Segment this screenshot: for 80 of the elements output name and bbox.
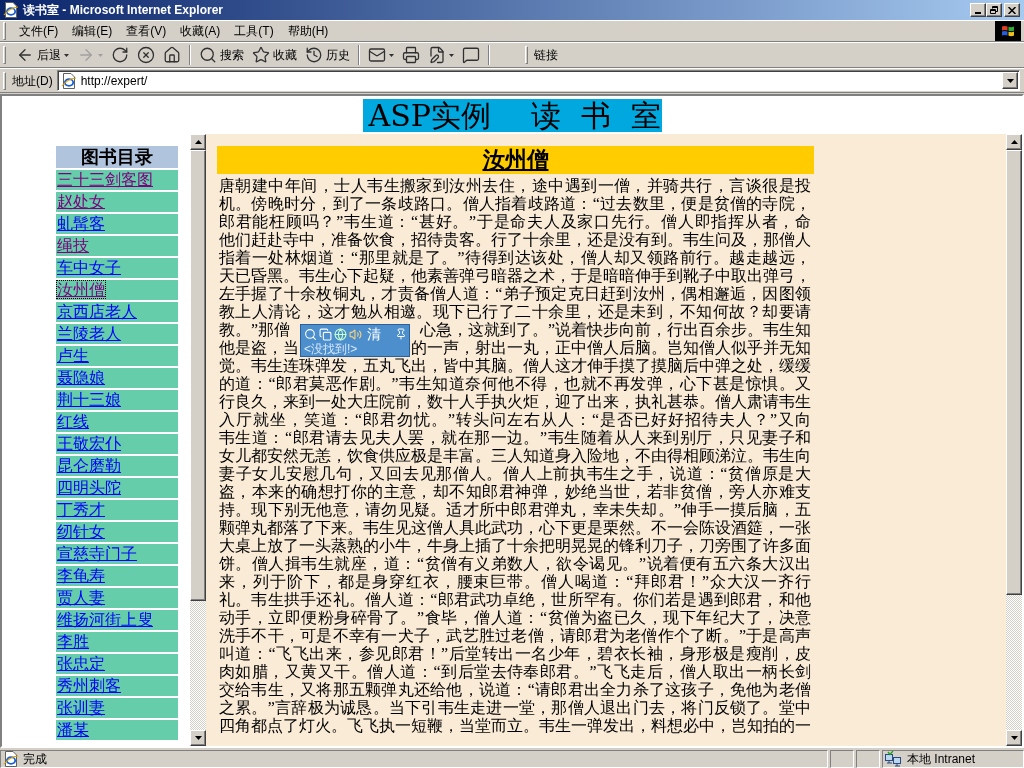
menu-item[interactable]: 帮助(H) [280, 22, 336, 40]
scrollbar-thumb[interactable] [1006, 150, 1022, 595]
caret-icon [449, 53, 454, 57]
up-arrow-icon [194, 140, 202, 144]
scroll-down-button[interactable] [190, 730, 206, 746]
site-title-banner: ASP实例 读 书 室 [362, 99, 662, 132]
pin-icon[interactable] [395, 328, 407, 340]
favorites-button[interactable]: 收藏 [248, 44, 301, 66]
globe-icon[interactable] [334, 327, 347, 341]
address-field[interactable]: http://expert/ [56, 70, 1020, 91]
links-label[interactable]: 链接 [534, 46, 558, 64]
search-icon [199, 46, 217, 64]
caret-icon [98, 53, 103, 57]
story-link[interactable]: 红线 [56, 412, 178, 432]
close-button[interactable] [1004, 3, 1020, 17]
scroll-up-button[interactable] [1006, 134, 1022, 150]
story-text: 的一声，射出一丸，正中僧人后脑。岂知僧人似乎并无知 [411, 339, 811, 357]
network-computers-icon [885, 751, 901, 767]
restore-icon [990, 6, 998, 14]
story-link[interactable]: 李胜 [56, 632, 178, 652]
clock-icon [305, 46, 323, 64]
up-arrow-icon [1010, 140, 1018, 144]
story-link[interactable]: 潘某 [56, 720, 178, 740]
menu-item[interactable]: 工具(T) [227, 22, 281, 40]
close-icon [1008, 6, 1016, 14]
story-text: 心急，这就到了。”说着快步向前，行出百余步。韦生知 [419, 321, 811, 339]
page-pen-icon [428, 46, 446, 64]
address-label: 地址(D) [12, 72, 53, 90]
dropdown-button[interactable] [1002, 72, 1018, 89]
search-icon[interactable] [304, 327, 317, 341]
menu-item[interactable]: 查看(V) [119, 22, 174, 40]
envelope-icon [368, 46, 386, 64]
minimize-icon [975, 12, 981, 14]
story-text: 教。”那僧 [219, 321, 291, 339]
window-title: 读书室 - Microsoft Internet Explorer [23, 3, 224, 17]
page-icon [3, 2, 19, 18]
home-icon [163, 46, 181, 64]
story-text: 他是盗，当 [219, 339, 299, 357]
scrollbar-thumb[interactable] [190, 150, 206, 601]
history-button[interactable]: 历史 [301, 44, 354, 66]
down-arrow-icon [194, 736, 202, 740]
page-icon [3, 751, 19, 767]
printer-icon [402, 46, 420, 64]
restore-button[interactable] [986, 3, 1002, 17]
menu-item[interactable]: 收藏(A) [173, 22, 228, 40]
refresh-icon [111, 46, 129, 64]
status-panel [856, 750, 880, 768]
search-button[interactable]: 搜索 [195, 44, 248, 66]
back-button[interactable]: 后退 [12, 44, 73, 66]
minimize-button[interactable] [970, 3, 986, 17]
stop-icon [137, 46, 155, 64]
lookup-result: <没找到!> [304, 343, 359, 356]
menu-item[interactable]: 文件(F) [12, 22, 66, 40]
toolbar-grip[interactable] [3, 46, 6, 64]
story-text: 觉。韦生连珠弹发，五丸飞出，皆中其脑。僧人这才伸手摸了摸脑后中弹之处，缓缓 的道：“郎君莫恶作剧。”韦生知道奈何他不得，也就不再发弹，心下甚是惊惧。又 行良久，来到一处大庄院前，数十人手执火炬，迎了出来，执礼甚恭。僧人肃请韦生 入厅就坐，笑道：“郎君勿忧。”转头问左右从人：“是否已好好招待夫人？”又向 韦生道：“郎君请去见夫人罢，就在那一边。”韦生随着从人来到别厅，只见妻子和 女儿都安然无恙，饮食供应极是丰富。三人知道身入险地，不由得相顾涕泣。韦生向 妻子女儿安慰几句，又回去见那僧人。僧人上前执韦生之手，说道：“贫僧原是大 盗，本来的确想打你的主意，却不知郎君神弹，妙绝当世，若非贫僧，旁人亦难支 持。现下别无他意，请勿见疑。适才所中郎君弹丸，幸未失却。”伸手一摸后脑，五 颗弹丸都落了下来。韦生见这僧人具此武功，心下更是栗然。不一会陈设酒筵，一张 大桌上放了一头蒸熟的小牛，牛身上插了十余把明晃晃的锋利刀子，刀旁围了许多面 饼。僧人揖韦生就座，道：“贫僧有义弟数人，欲令谒见。”说着便有五六条大汉出 来，列于阶下，都是身穿红衣，腰束巨带。僧人喝道：“拜郎君！”众大汉一齐行 礼。韦生拱手还礼。僧人道：“郎君武功卓绝，世所罕有。你们若是遇到郎君，和他 动手，立即便粉身碎骨了。”食毕，僧人道：“贫僧为盗已久，现下年纪大了，决意 洗手不干，可是不幸有一犬子，武艺胜过老僧，请郎君为老僧作个了断。”于是高声 叫道：“飞飞出来，参见郎君！”后堂转出一名少年，碧衣长袖，身形极是瘦削，皮 肉如腊，又黄又干。僧人道：“到后堂去侍奉郎君。”飞飞走后，僧人取出一柄长剑 交给韦生，又将那五颗弹丸还给他，说道：“请郎君出全力杀了这孩子，免他为老僧 之累。”言辞极为诚恳。当下引韦生走进一堂，那僧人退出门去，将门反锁了。堂中 四角都点了灯火。飞飞执一短鞭，当堂而立。韦生一弹发出，料想必中，岂知拍的一 [218, 357, 812, 735]
down-arrow-icon [1010, 736, 1018, 740]
flag-logo-icon [995, 21, 1021, 41]
toolbar-grip[interactable] [3, 71, 6, 90]
story-title: 汝州僧 [217, 146, 814, 174]
story-text: 唐朝建中年间，士人韦生搬家到汝州去住，途中遇到一僧，并骑共行，言谈很是投 机。傍晚时分，到了一条歧路口。僧人指着歧路道：“过去数里，便是贫僧的寺院， 郎君能枉顾吗？”韦生道：“甚好。”于是命夫人及家口先行。僧人即指挥从者，命 他们赶赴寺中，准备饮食，招待贵客。行了十余里，还是没有到。韦生问及，那僧人 指着一处林烟道：“那里就是了。”待得到达该处，僧人却又领路前行。越走越远， 天已昏黑。韦生心下起疑，他素善弹弓暗器之术，于是暗暗伸手到靴子中取出弹弓， 左手握了十余枚铜丸，才责备僧人道：“弟子预定克日赶到汝州，偶相邂逅，因图领 教上人清论，这才勉从相邀。现下已行了二十余里，还是未到，不知何故？却要请 [218, 177, 812, 321]
page-icon [60, 72, 77, 89]
sidebar-heading: 图书目录 [56, 146, 178, 168]
star-icon [252, 46, 270, 64]
speech-bubble-icon [462, 46, 480, 64]
lookup-word: 清 [367, 326, 381, 342]
status-panel [830, 750, 854, 768]
copy-icon[interactable] [319, 327, 332, 341]
scroll-up-button[interactable] [190, 134, 206, 150]
story-link[interactable]: 卢生 [56, 346, 178, 366]
status-text: 完成 [23, 751, 47, 768]
scroll-down-button[interactable] [1006, 730, 1022, 746]
story-link[interactable]: 三十三剑客图 [56, 170, 178, 190]
toolbar-grip[interactable] [525, 46, 528, 64]
right-arrow-icon [77, 46, 95, 64]
caret-icon [389, 53, 394, 57]
toolbar-grip[interactable] [3, 22, 6, 40]
menu-item[interactable]: 编辑(E) [65, 22, 120, 40]
caret-icon [1006, 78, 1014, 83]
security-zone-label: 本地 Intranet [907, 751, 976, 768]
caret-icon [64, 53, 69, 57]
